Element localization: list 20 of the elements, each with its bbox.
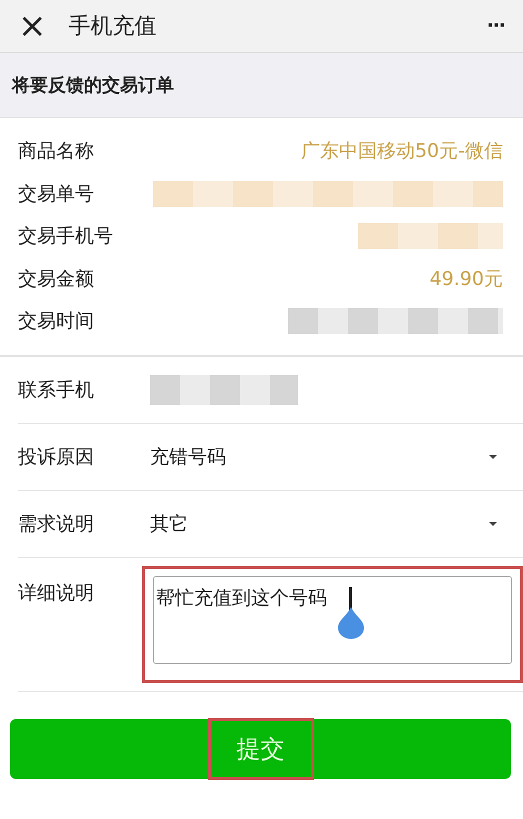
field-label: 商品名称 [18,139,94,164]
field-label: 交易手机号 [18,224,113,250]
field-value: 广东中国移动50元-微信 [300,139,503,164]
field-label: 交易单号 [18,182,94,207]
detail-field[interactable]: 帮忙充值到这个号码 [153,576,512,664]
page-title: 手机充值 [68,13,158,41]
field-label: 需求说明 [18,512,95,536]
field-label: 交易金额 [18,266,94,292]
close-button[interactable]: × [12,9,52,43]
caret-icon [487,520,499,528]
dropdown[interactable]: 其它 [150,490,523,556]
field-label: 联系手机 [18,378,95,402]
field-label: 投诉原因 [18,444,95,470]
field-label: 交易时间 [18,309,94,334]
caret-icon [487,452,499,460]
dropdown[interactable]: 充错号码 [150,424,523,490]
more-button[interactable]: ··· [487,12,505,40]
field-label: 详细说明 [18,580,95,606]
field-value: 49.90元 [430,266,503,292]
section-title: 将要反馈的交易订单 [12,74,174,97]
